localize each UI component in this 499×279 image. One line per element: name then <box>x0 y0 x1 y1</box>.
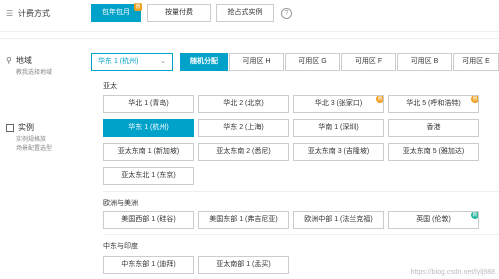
instance-side-title-text: 实例 <box>18 123 34 132</box>
region-select[interactable]: 华东 1 (杭州) ⌄ <box>91 53 173 71</box>
scenario-config-link[interactable]: 场景配置选型 <box>16 145 52 154</box>
region-select-value: 华东 1 (杭州) <box>98 58 139 65</box>
zone-random[interactable]: 随机分配 <box>180 53 228 71</box>
region-button[interactable]: 华北 5 (呼和浩特) 惠 <box>388 95 479 113</box>
zone-g[interactable]: 可用区 G <box>285 53 340 71</box>
discount-badge-icon: 惠 <box>376 96 383 103</box>
region-button[interactable]: 华北 2 (北京) <box>198 95 289 113</box>
billing-option-preemptible[interactable]: 抢占式实例 <box>216 4 274 22</box>
zone-h[interactable]: 可用区 H <box>229 53 284 71</box>
region-side: ⚲ 地域 教我选择地域 <box>6 55 52 78</box>
discount-badge-icon: 惠 <box>134 3 142 11</box>
region-button[interactable]: 华北 1 (青岛) <box>103 95 194 113</box>
region-button-label: 华北 5 (呼和浩特) <box>406 100 461 107</box>
region-button[interactable]: 香港 <box>388 119 479 137</box>
group-title-europe-americas: 欧洲与美洲 <box>103 200 138 207</box>
billing-option-subscription[interactable]: 包年包月 惠 <box>91 3 142 22</box>
region-button[interactable]: 华北 3 (张家口) 惠 <box>293 95 384 113</box>
zone-b[interactable]: 可用区 B <box>397 53 452 71</box>
region-button[interactable]: 英国 (伦敦) 新 <box>388 211 479 229</box>
chevron-down-icon: ⌄ <box>160 58 166 65</box>
discount-badge-icon: 惠 <box>471 96 478 103</box>
billing-label: ☰ 计费方式 <box>6 8 50 19</box>
divider <box>103 234 499 235</box>
new-badge-icon: 新 <box>471 212 478 219</box>
region-button[interactable]: 华东 2 (上海) <box>198 119 289 137</box>
region-button[interactable]: 亚太东南 5 (雅加达) <box>388 143 479 161</box>
zone-e[interactable]: 可用区 E <box>453 53 499 71</box>
region-button[interactable]: 亚太东南 2 (悉尼) <box>198 143 289 161</box>
billing-row: ☰ 计费方式 包年包月 惠 按量付费 抢占式实例 ? <box>0 0 499 32</box>
billing-option-label: 按量付费 <box>165 9 193 16</box>
billing-option-pay-as-you-go[interactable]: 按量付费 <box>147 4 211 22</box>
billing-option-label: 包年包月 <box>102 9 130 16</box>
instance-icon <box>6 123 14 132</box>
billing-icon: ☰ <box>6 8 14 18</box>
region-side-notes: 教我选择地域 <box>16 69 52 78</box>
region-button[interactable]: 欧洲中部 1 (法兰克福) <box>293 211 384 229</box>
group-title-asia: 亚太 <box>103 83 117 90</box>
billing-label-text: 计费方式 <box>18 9 50 18</box>
region-button-selected[interactable]: 华东 1 (杭州) <box>103 119 194 137</box>
instance-side: 实例 实例规格族 场景配置选型 <box>6 122 52 154</box>
instance-side-title: 实例 <box>6 122 52 133</box>
region-button[interactable]: 亚太东北 1 (东京) <box>103 167 194 185</box>
region-button[interactable]: 亚太南部 1 (孟买) <box>198 256 289 274</box>
billing-option-label: 抢占式实例 <box>227 9 263 16</box>
region-button-label: 华北 3 (张家口) <box>314 100 363 107</box>
help-icon[interactable]: ? <box>281 8 292 19</box>
watermark: https://blog.csdn.net/lylj988 <box>410 269 495 276</box>
region-button[interactable]: 中东东部 1 (迪拜) <box>103 256 194 274</box>
region-side-title-text: 地域 <box>15 56 32 65</box>
region-button[interactable]: 美国西部 1 (硅谷) <box>103 211 194 229</box>
region-button[interactable]: 亚太东南 1 (新加坡) <box>103 143 194 161</box>
region-button-label: 英国 (伦敦) <box>416 216 451 223</box>
group-title-middle-east-india: 中东与印度 <box>103 243 138 250</box>
instance-side-notes: 实例规格族 场景配置选型 <box>16 136 52 154</box>
region-button[interactable]: 华南 1 (深圳) <box>293 119 384 137</box>
region-button[interactable]: 亚太东南 3 (吉隆坡) <box>293 143 384 161</box>
instance-family-link[interactable]: 实例规格族 <box>16 136 52 145</box>
zone-f[interactable]: 可用区 F <box>341 53 396 71</box>
divider <box>103 191 499 192</box>
region-button[interactable]: 美国东部 1 (弗吉尼亚) <box>198 211 289 229</box>
region-side-title: ⚲ 地域 <box>6 55 52 66</box>
location-pin-icon: ⚲ <box>6 56 12 65</box>
region-help-link[interactable]: 教我选择地域 <box>16 69 52 78</box>
divider <box>0 38 499 39</box>
